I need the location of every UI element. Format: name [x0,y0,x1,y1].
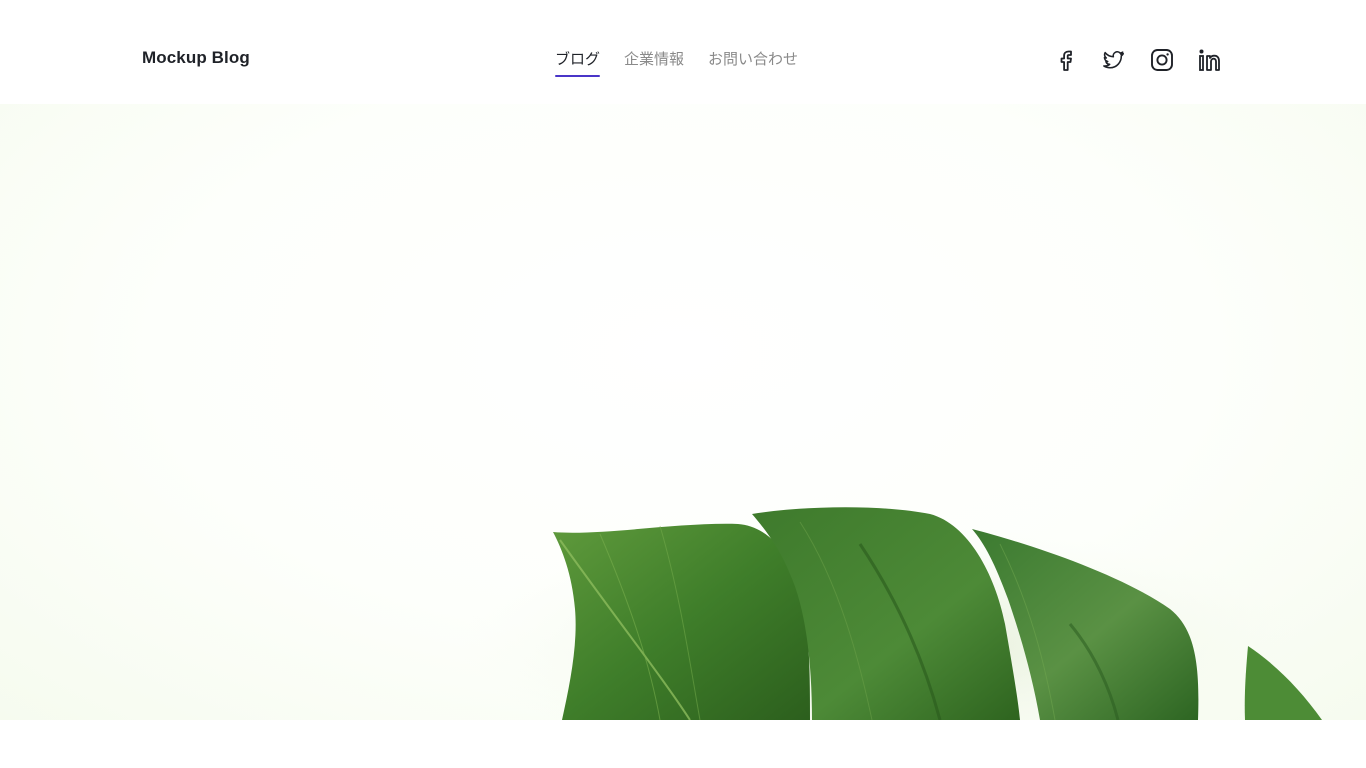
site-header: Mockup Blog ブログ 企業情報 お問い合わせ [0,0,1366,120]
twitter-link[interactable] [1102,46,1126,74]
monstera-leaf-illustration [460,507,1322,720]
linkedin-icon [1199,49,1220,71]
social-links [1054,46,1222,74]
page: Mockup Blog ブログ 企業情報 お問い合わせ [0,0,1366,768]
nav-item-contact[interactable]: お問い合わせ [708,49,798,77]
page-bottom-strip [0,720,1366,768]
twitter-icon [1103,51,1125,69]
instagram-icon [1151,49,1173,71]
site-logo[interactable]: Mockup Blog [142,48,250,68]
main-nav: ブログ 企業情報 お問い合わせ [555,49,798,77]
facebook-icon [1060,50,1072,71]
nav-item-blog[interactable]: ブログ [555,49,601,77]
nav-item-company[interactable]: 企業情報 [624,49,684,77]
linkedin-link[interactable] [1198,46,1222,74]
instagram-link[interactable] [1150,46,1174,74]
facebook-link[interactable] [1054,46,1078,74]
hero-image [0,104,1366,720]
